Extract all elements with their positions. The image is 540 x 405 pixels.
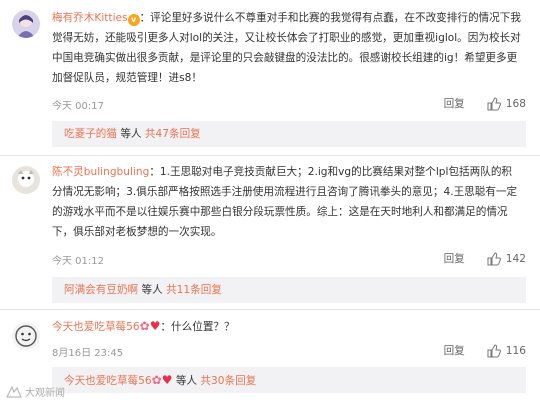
username-link[interactable]: 今天也爱吃草莓56	[52, 321, 140, 333]
sub-replies-bar[interactable]: 阿满会有豆奶啊 等人 共11条回复	[52, 277, 526, 303]
flower-icon: ✿	[151, 373, 162, 387]
divider	[0, 309, 540, 310]
comment-actions: 回复 142	[444, 251, 526, 266]
sub-reply-text: 等人	[116, 128, 145, 140]
comment-time: 今天 01:12	[52, 256, 104, 267]
watermark-logo-icon	[6, 385, 22, 398]
like-button[interactable]: 142	[487, 251, 526, 266]
comment-text: ：什么位置？？	[160, 321, 235, 333]
comment-body: 今天也爱吃草莓56✿♥：什么位置？？	[52, 316, 522, 337]
watermark: 大观新闻	[6, 384, 65, 399]
comment-actions: 回复 168	[444, 96, 526, 111]
like-count: 168	[505, 97, 526, 110]
comment-time: 今天 00:17	[52, 101, 104, 112]
like-count: 142	[505, 252, 526, 265]
comment-body: 梅有乔木Kitties v ：评论里好多说什么不尊重对手和比赛的我觉得有点蠢，在不改…	[52, 8, 522, 88]
reply-button[interactable]: 回复	[444, 251, 465, 266]
thumbs-up-icon	[487, 251, 501, 266]
thumbs-up-icon	[487, 96, 501, 111]
username-link[interactable]: 梅有乔木Kitties	[52, 12, 128, 24]
vip-badge-icon: v	[127, 14, 140, 26]
watermark-text: 大观新闻	[25, 388, 65, 399]
reply-button[interactable]: 回复	[444, 96, 465, 111]
avatar[interactable]	[12, 322, 40, 350]
sub-replies-bar[interactable]: 吃菱子的猫 等人 共47条回复	[52, 121, 526, 147]
sub-reply-user-link[interactable]: 吃菱子的猫	[64, 128, 117, 140]
comment-time: 8月16日 23:45	[52, 348, 124, 359]
reply-button[interactable]: 回复	[444, 343, 465, 358]
thumbs-up-icon	[487, 343, 501, 358]
sub-reply-text: 等人	[138, 284, 167, 296]
like-button[interactable]: 168	[487, 96, 526, 111]
comment-body: 陈不灵bulingbuling：1.王思聪对电子竞技贡献巨大；2.ig和vg的比…	[52, 162, 522, 242]
heart-icon: ♥	[149, 319, 161, 333]
username-link[interactable]: 陈不灵bulingbuling	[52, 166, 149, 178]
comment-actions: 回复 116	[444, 343, 526, 358]
sub-reply-count-link[interactable]: 共47条回复	[145, 128, 201, 140]
sub-reply-text: 等人	[172, 375, 201, 387]
like-count: 116	[505, 344, 526, 357]
sub-reply-count-link[interactable]: 共30条回复	[200, 375, 256, 387]
heart-icon: ♥	[161, 373, 173, 387]
like-button[interactable]: 116	[487, 343, 526, 358]
flower-icon: ✿	[139, 319, 150, 333]
avatar[interactable]	[12, 166, 40, 194]
sub-reply-user-link[interactable]: 阿满会有豆奶啊	[64, 284, 138, 296]
avatar[interactable]	[12, 10, 40, 38]
sub-replies-bar[interactable]: 今天也爱吃草莓56✿♥ 等人 共30条回复	[52, 367, 526, 393]
sub-reply-count-link[interactable]: 共11条回复	[166, 284, 222, 296]
sub-reply-user-link[interactable]: 今天也爱吃草莓56	[64, 375, 152, 387]
divider	[0, 155, 540, 156]
